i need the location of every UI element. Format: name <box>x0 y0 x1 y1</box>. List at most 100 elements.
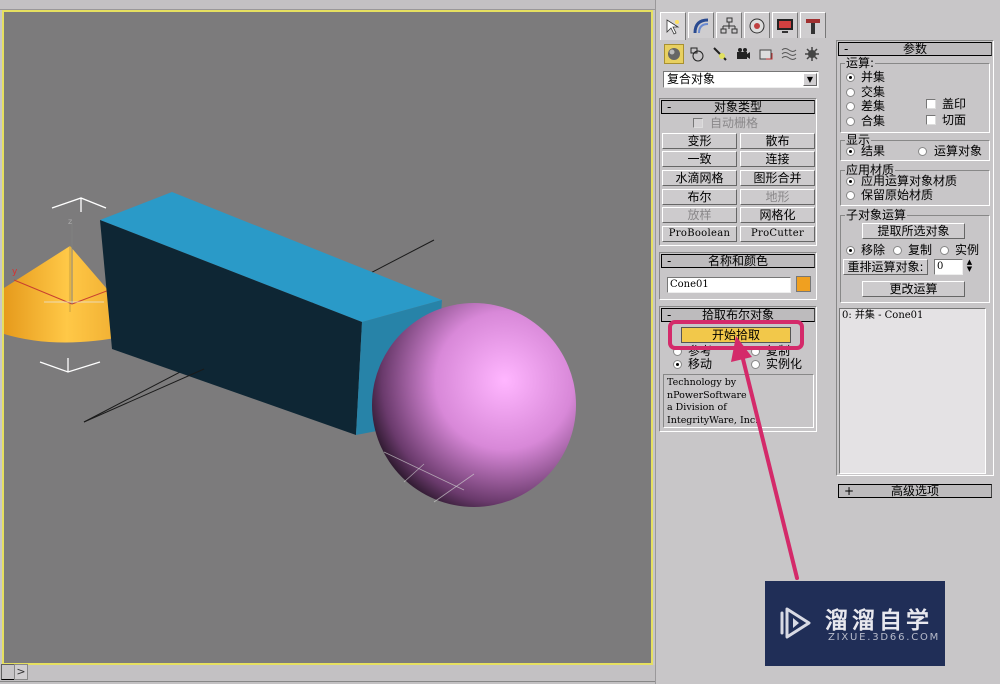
display-result-label: 结果 <box>861 144 886 158</box>
display-result-radio[interactable] <box>846 147 855 156</box>
gear-icon <box>805 47 819 61</box>
next-frame-button[interactable]: > <box>14 664 28 680</box>
subtraction-label: 差集 <box>861 99 886 113</box>
chevron-down-icon[interactable]: ▼ <box>803 73 817 86</box>
highlight-annotation <box>668 320 804 350</box>
rollout-title: 对象类型 <box>713 100 762 114</box>
time-slider-handle[interactable] <box>1 664 15 680</box>
autogrid-checkbox[interactable] <box>693 118 703 128</box>
imprint-label: 盖印 <box>942 97 967 111</box>
operands-list[interactable]: 0: 并集 - Cone01 <box>839 308 986 474</box>
gizmo-y-label: y <box>12 267 18 277</box>
retain-original-material-label: 保留原始材质 <box>861 188 934 202</box>
credits-text: Technology by nPowerSoftware a Division … <box>667 377 759 426</box>
tab-hierarchy[interactable] <box>716 12 742 38</box>
track-bar[interactable] <box>0 681 655 683</box>
extract-copy-label: 复制 <box>908 243 933 257</box>
tab-create[interactable] <box>660 12 686 40</box>
object-category-dropdown[interactable]: 复合对象 ▼ <box>663 71 819 88</box>
tab-modify[interactable] <box>688 12 714 38</box>
category-systems[interactable] <box>802 44 822 64</box>
extract-instance-label: 实例 <box>955 243 980 257</box>
subtraction-radio[interactable] <box>846 102 855 111</box>
category-spacewarps[interactable] <box>779 44 799 64</box>
conform-button[interactable]: 一致 <box>662 151 737 167</box>
collapse-sign: - <box>667 308 672 322</box>
parameters-header[interactable]: - 参数 <box>838 42 992 56</box>
terrain-button[interactable]: 地形 <box>740 189 815 205</box>
tab-motion[interactable] <box>744 12 770 38</box>
extract-remove-radio[interactable] <box>846 246 855 255</box>
helper-icon <box>759 49 773 60</box>
object-name-input[interactable]: Cone01 <box>667 277 791 293</box>
morph-button[interactable]: 变形 <box>662 133 737 149</box>
camera-icon <box>737 48 750 59</box>
mesher-button[interactable]: 网格化 <box>740 207 815 223</box>
name-color-header[interactable]: - 名称和颜色 <box>661 254 815 268</box>
motion-wheel-icon <box>749 18 765 33</box>
proboolean-button[interactable]: ProBoolean <box>662 226 737 242</box>
watermark-title: 溜溜自学 <box>825 608 933 634</box>
blobmesh-button[interactable]: 水滴网格 <box>662 170 737 186</box>
connect-button[interactable]: 连接 <box>740 151 815 167</box>
autogrid-label: 自动栅格 <box>710 116 759 130</box>
operation-group-title: 运算: <box>845 56 876 70</box>
display-operands-radio[interactable] <box>918 147 927 156</box>
grid-line <box>83 368 205 423</box>
merge-radio[interactable] <box>846 117 855 126</box>
procutter-button[interactable]: ProCutter <box>740 226 815 242</box>
object-color-swatch[interactable] <box>796 276 811 292</box>
category-cameras[interactable] <box>733 44 753 64</box>
retain-original-material-radio[interactable] <box>846 191 855 200</box>
move-radio[interactable] <box>673 360 682 369</box>
category-geometry[interactable] <box>664 44 684 64</box>
display-operands-label: 运算对象 <box>934 144 983 158</box>
perspective-viewport[interactable]: x y z <box>2 10 653 665</box>
sphere-object <box>372 303 576 507</box>
reorder-value-input[interactable]: 0 <box>934 259 963 275</box>
collapse-sign: - <box>667 254 672 268</box>
watermark-logo: 溜溜自学 ZIXUE.3D66.COM <box>765 581 945 666</box>
category-helpers[interactable] <box>756 44 776 64</box>
spacewarp-icon <box>781 48 797 60</box>
shapemerge-button[interactable]: 图形合并 <box>740 170 815 186</box>
collapse-sign: - <box>844 42 849 56</box>
move-label: 移动 <box>688 357 713 371</box>
play-logo-icon <box>780 607 811 639</box>
extract-copy-radio[interactable] <box>893 246 902 255</box>
rollout-title: 参数 <box>902 42 927 56</box>
operands-list-item[interactable]: 0: 并集 - Cone01 <box>842 310 923 323</box>
command-panel-tabs <box>660 12 826 40</box>
advanced-options-header[interactable]: + 高级选项 <box>838 484 992 498</box>
instance-label: 实例化 <box>766 357 803 371</box>
cookie-checkbox[interactable] <box>926 115 936 125</box>
extract-instance-radio[interactable] <box>940 246 949 255</box>
object-type-header[interactable]: - 对象类型 <box>661 100 815 114</box>
change-operation-button[interactable]: 更改运算 <box>862 281 965 297</box>
tab-display[interactable] <box>772 12 798 38</box>
merge-label: 合集 <box>861 114 886 128</box>
instance-radio[interactable] <box>751 360 760 369</box>
category-shapes[interactable] <box>687 44 707 64</box>
boolean-button[interactable]: 布尔 <box>662 189 737 205</box>
cookie-label: 切面 <box>942 113 967 127</box>
category-lights[interactable] <box>710 44 730 64</box>
extract-selected-button[interactable]: 提取所选对象 <box>862 223 965 239</box>
loft-button[interactable]: 放样 <box>662 207 737 223</box>
rollout-title: 名称和颜色 <box>707 254 768 268</box>
modify-arc-icon <box>693 18 709 33</box>
hierarchy-icon <box>720 17 738 33</box>
imprint-checkbox[interactable] <box>926 99 936 109</box>
apply-operand-material-label: 应用运算对象材质 <box>861 174 958 188</box>
collapse-sign: - <box>667 100 672 114</box>
reorder-operands-button[interactable]: 重排运算对象: <box>843 259 928 275</box>
light-icon <box>713 47 727 61</box>
scatter-button[interactable]: 散布 <box>740 133 815 149</box>
tab-utilities[interactable] <box>800 12 826 38</box>
union-radio[interactable] <box>846 73 855 82</box>
apply-operand-material-radio[interactable] <box>846 177 855 186</box>
intersection-radio[interactable] <box>846 88 855 97</box>
reorder-spinner[interactable]: ▲ ▼ <box>965 259 974 275</box>
viewport-scene: x y z <box>4 192 576 507</box>
extract-remove-label: 移除 <box>861 243 886 257</box>
